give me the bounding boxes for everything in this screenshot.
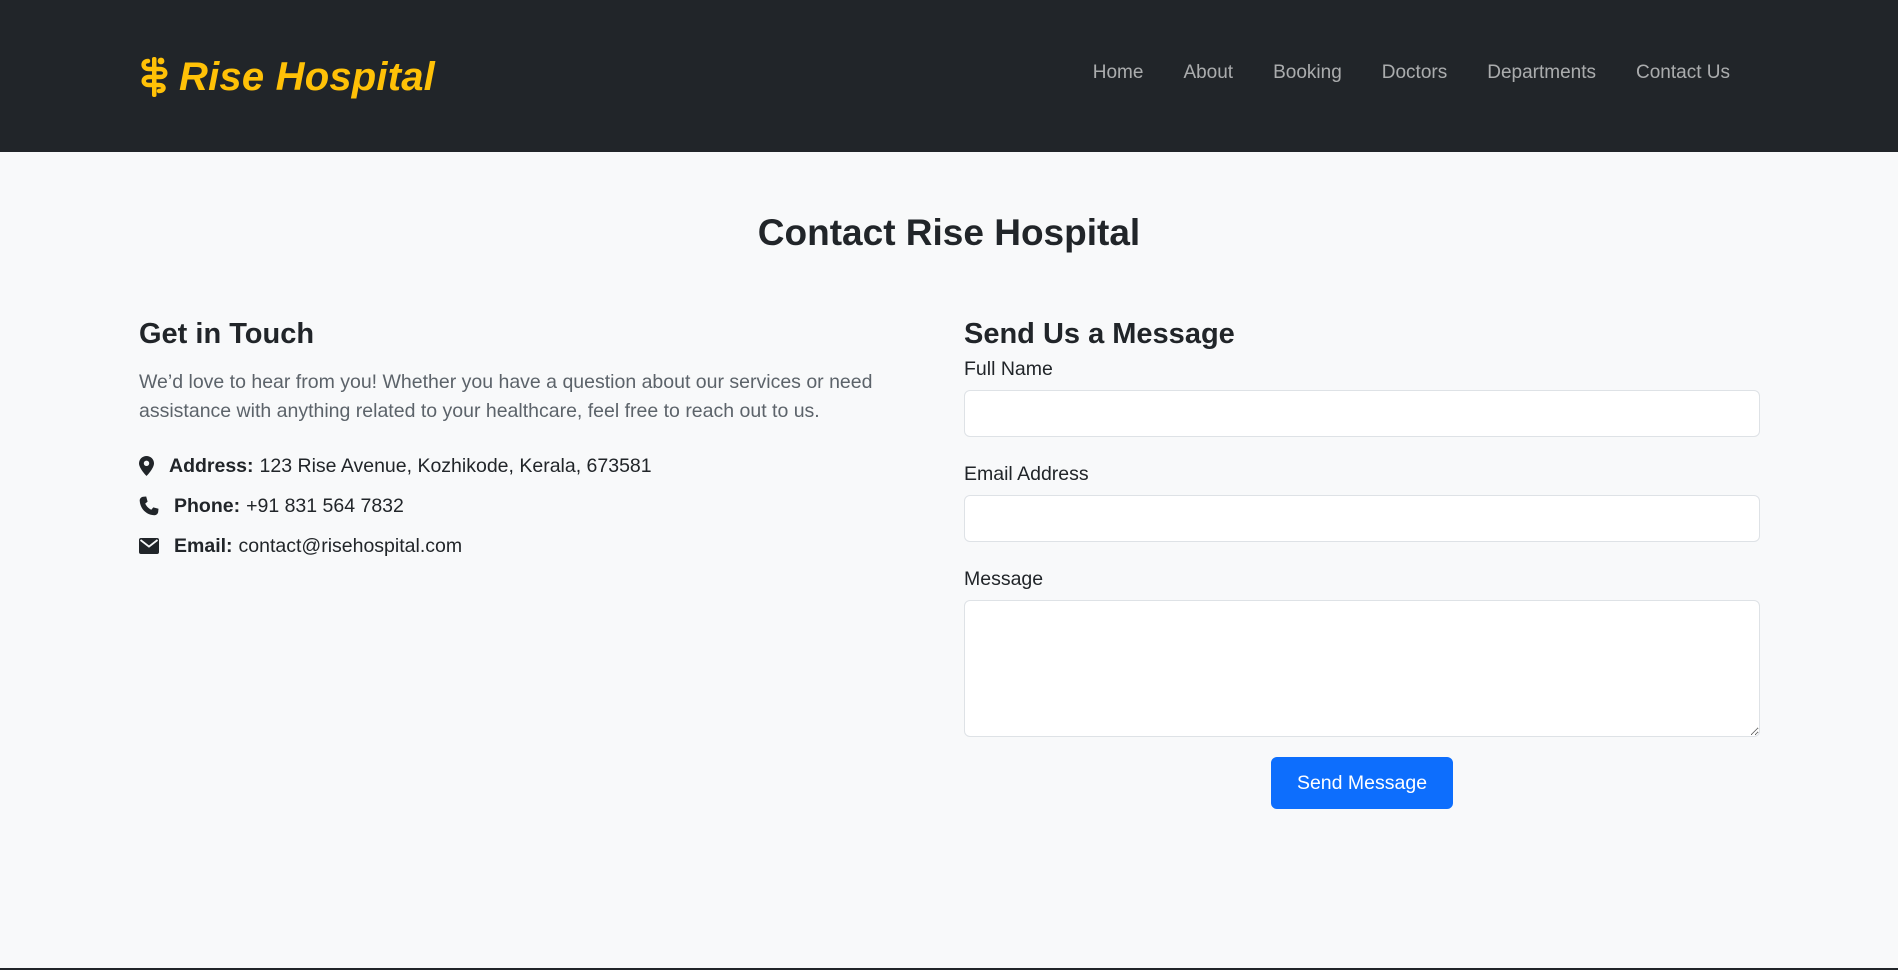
- get-in-touch-section: Get in Touch We’d love to hear from you!…: [139, 314, 919, 566]
- send-message-heading: Send Us a Message: [964, 318, 1235, 350]
- nav-link-booking[interactable]: Booking: [1273, 62, 1342, 84]
- nav-link-about[interactable]: About: [1183, 62, 1233, 84]
- email-label: Email:: [174, 534, 233, 557]
- full-name-input[interactable]: [964, 390, 1760, 437]
- message-group: Message: [964, 566, 1760, 737]
- contact-form: Full Name Email Address Message Send Mes…: [964, 356, 1760, 809]
- nav-link-departments[interactable]: Departments: [1487, 62, 1596, 84]
- full-name-label: Full Name: [964, 358, 1053, 380]
- full-name-group: Full Name: [964, 356, 1760, 437]
- brand-logo-link[interactable]: Rise Hospital: [139, 54, 435, 100]
- contact-form-section: Send Us a Message Full Name Email Addres…: [964, 314, 1760, 809]
- get-in-touch-heading: Get in Touch: [139, 318, 315, 350]
- email-group: Email Address: [964, 461, 1760, 542]
- message-label: Message: [964, 568, 1044, 590]
- address-value: 123 Rise Avenue, Kozhikode, Kerala, 6735…: [259, 454, 652, 477]
- staff-of-aesculapius-icon: [139, 55, 169, 99]
- envelope-icon: [139, 535, 159, 557]
- phone-label: Phone:: [174, 494, 241, 517]
- contact-address: Address: 123 Rise Avenue, Kozhikode, Ker…: [139, 446, 919, 486]
- contact-phone: Phone: +91 831 564 7832: [139, 486, 919, 526]
- map-marker-icon: [139, 455, 159, 477]
- email-address-label: Email Address: [964, 463, 1089, 485]
- phone-icon: [139, 495, 159, 517]
- nav-link-contact-us[interactable]: Contact Us: [1636, 62, 1730, 84]
- nav-menu: Home About Booking Doctors Departments C…: [1093, 62, 1730, 84]
- nav-link-doctors[interactable]: Doctors: [1382, 62, 1447, 84]
- navbar: Rise Hospital Home About Booking Doctors…: [0, 0, 1898, 152]
- get-in-touch-intro: We’d love to hear from you! Whether you …: [139, 371, 873, 422]
- phone-value: +91 831 564 7832: [246, 494, 404, 517]
- address-label: Address:: [169, 454, 254, 477]
- email-address-input[interactable]: [964, 495, 1760, 542]
- contact-info-list: Address: 123 Rise Avenue, Kozhikode, Ker…: [139, 446, 919, 566]
- message-textarea[interactable]: [964, 600, 1760, 737]
- nav-link-home[interactable]: Home: [1093, 62, 1144, 84]
- email-value[interactable]: contact@risehospital.com: [239, 535, 463, 558]
- page-title: Contact Rise Hospital: [757, 212, 1141, 253]
- contact-email: Email: contact@risehospital.com: [139, 526, 919, 566]
- send-message-button[interactable]: Send Message: [1270, 757, 1454, 809]
- submit-wrap: Send Message: [964, 757, 1760, 809]
- brand-name: Rise Hospital: [179, 54, 435, 99]
